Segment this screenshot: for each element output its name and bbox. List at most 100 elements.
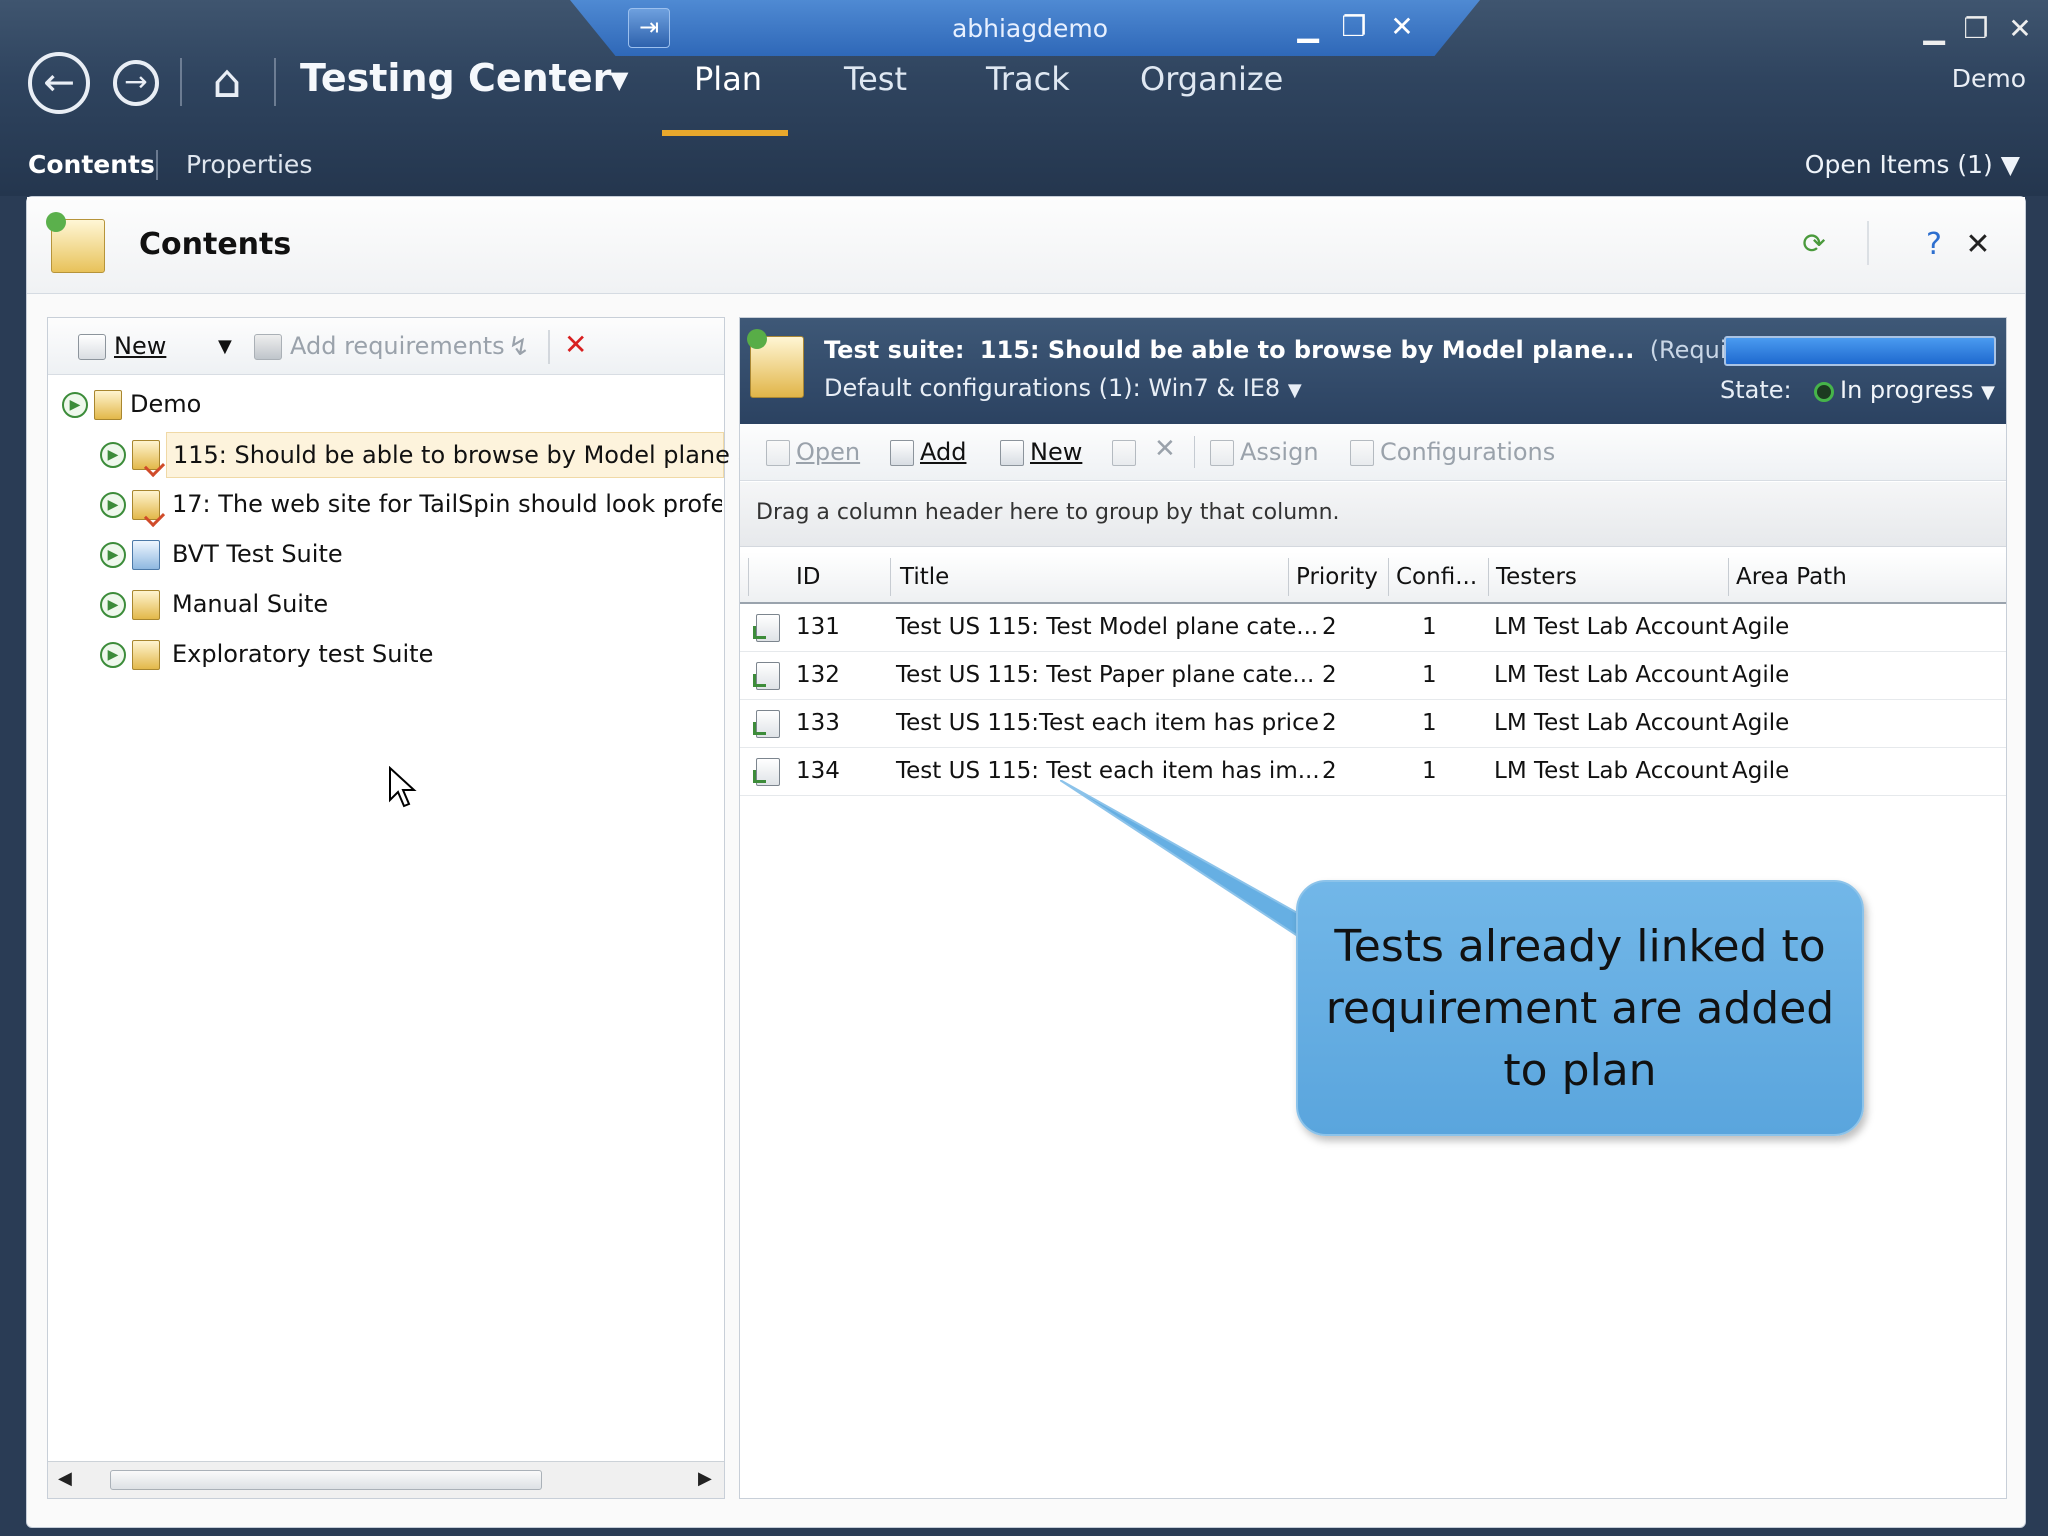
- cell-config: 1: [1422, 758, 1437, 784]
- restore-icon[interactable]: ❐: [1336, 10, 1372, 43]
- scroll-right-icon[interactable]: ▶: [698, 1468, 712, 1489]
- grid-header: ID Title Priority Confi... Testers Area …: [740, 552, 2006, 604]
- subnav-properties[interactable]: Properties: [186, 150, 312, 179]
- tree-item-bvt[interactable]: ▶ BVT Test Suite: [48, 532, 724, 578]
- horizontal-scrollbar[interactable]: ◀ ▶: [48, 1461, 724, 1498]
- minimize-icon[interactable]: ▁: [1290, 10, 1326, 43]
- remove-icon[interactable]: ✕: [1154, 434, 1176, 464]
- forward-arrow-icon[interactable]: →: [113, 60, 159, 106]
- table-row[interactable]: 133 Test US 115:Test each item has price…: [740, 700, 2006, 748]
- home-icon[interactable]: ⌂: [200, 54, 254, 108]
- contents-panel: Contents ⟳ ? ✕ New ▼ Add requirements ↯ …: [26, 196, 2026, 1528]
- group-by-area[interactable]: Drag a column header here to group by th…: [740, 482, 2006, 547]
- test-case-icon: [753, 614, 780, 642]
- mouse-cursor-icon: [389, 766, 417, 808]
- column-header-title[interactable]: Title: [900, 564, 949, 590]
- suite-progress-bar: [1724, 336, 1996, 366]
- tab-organize[interactable]: Organize: [1140, 60, 1283, 98]
- new-button[interactable]: New: [1000, 438, 1082, 466]
- new-suite-button[interactable]: New: [78, 332, 166, 360]
- add-requirements-label: Add requirements: [290, 332, 505, 360]
- tree-item-req-115[interactable]: ▶ 115: Should be able to browse by Model…: [48, 432, 783, 478]
- add-button[interactable]: Add: [890, 438, 966, 466]
- tree-item-req-17[interactable]: ▶ 17: The web site for TailSpin should l…: [48, 482, 724, 528]
- table-row[interactable]: 131 Test US 115: Test Model plane cate..…: [740, 604, 2006, 652]
- new-dropdown-icon[interactable]: ▼: [218, 336, 232, 357]
- back-arrow-icon[interactable]: ←: [28, 52, 90, 114]
- link-icon[interactable]: ↯: [508, 332, 530, 362]
- tree-item-demo[interactable]: ▶ Demo: [48, 382, 724, 428]
- delete-icon[interactable]: ✕: [564, 328, 587, 361]
- expand-icon[interactable]: ▶: [100, 592, 126, 618]
- assign-label: Assign: [1240, 438, 1319, 466]
- table-row[interactable]: 132 Test US 115: Test Paper plane cate..…: [740, 652, 2006, 700]
- window-title: abhiagdemo: [951, 14, 1109, 43]
- column-header-priority[interactable]: Priority: [1296, 564, 1378, 590]
- state-value: In progress: [1840, 376, 1974, 404]
- configurations-button[interactable]: Configurations: [1350, 438, 1555, 466]
- column-separator: [890, 558, 891, 596]
- open-icon: [766, 440, 790, 466]
- tree-item-exploratory[interactable]: ▶ Exploratory test Suite: [48, 632, 724, 678]
- tree-label-wrap: 115: Should be able to browse by Model p…: [166, 432, 783, 478]
- expand-icon[interactable]: ▶: [100, 542, 126, 568]
- scroll-thumb[interactable]: [110, 1470, 542, 1490]
- help-icon[interactable]: ?: [1917, 227, 1951, 262]
- tree-item-manual[interactable]: ▶ Manual Suite: [48, 582, 724, 628]
- open-label: Open: [796, 438, 861, 466]
- configurations-label: Default configurations (1): Win7 & IE8: [824, 374, 1281, 402]
- column-header-configurations[interactable]: Confi...: [1396, 564, 1477, 590]
- column-separator: [1488, 558, 1489, 596]
- default-configurations-dropdown[interactable]: Default configurations (1): Win7 & IE8 ▼: [824, 374, 1302, 402]
- expand-icon[interactable]: ▶: [100, 442, 126, 468]
- column-header-testers[interactable]: Testers: [1496, 564, 1577, 590]
- outer-restore-icon[interactable]: ❐: [1958, 12, 1994, 45]
- new-label: New: [114, 332, 167, 360]
- outer-close-icon[interactable]: ✕: [2002, 12, 2038, 45]
- requirements-icon: [254, 334, 282, 360]
- add-requirements-button[interactable]: Add requirements: [254, 332, 505, 360]
- tree-item-label: Demo: [130, 390, 202, 418]
- close-panel-icon[interactable]: ✕: [1961, 227, 1995, 262]
- expand-icon[interactable]: ▶: [100, 492, 126, 518]
- app-menu-dropdown-icon[interactable]: ▼: [610, 66, 628, 94]
- expand-icon[interactable]: ▶: [100, 642, 126, 668]
- tab-plan[interactable]: Plan: [694, 60, 762, 98]
- cell-config: 1: [1422, 710, 1437, 736]
- add-icon: [890, 440, 914, 466]
- callout-line: to plan: [1503, 1045, 1657, 1096]
- column-header-id[interactable]: ID: [796, 564, 821, 590]
- suite-folder-icon: [132, 590, 160, 620]
- app-title: Testing Center: [300, 56, 612, 100]
- scroll-left-icon[interactable]: ◀: [58, 1468, 72, 1489]
- cell-title: Test US 115: Test Paper plane cate...: [896, 662, 1315, 688]
- close-icon[interactable]: ✕: [1384, 10, 1420, 43]
- column-header-area-path[interactable]: Area Path: [1736, 564, 1847, 590]
- chevron-down-icon: ▼: [2000, 150, 2020, 179]
- test-case-icon: [753, 710, 780, 738]
- state-dropdown[interactable]: In progress ▼: [1840, 376, 1995, 404]
- pin-icon[interactable]: ⇥: [628, 8, 670, 48]
- tab-track[interactable]: Track: [986, 60, 1070, 98]
- open-button[interactable]: Open: [766, 438, 860, 466]
- cell-area-path: Agile: [1732, 710, 1790, 736]
- cell-config: 1: [1422, 614, 1437, 640]
- separator: [1194, 436, 1195, 468]
- tab-test[interactable]: Test: [844, 60, 907, 98]
- open-items-dropdown[interactable]: Open Items (1) ▼: [1805, 150, 2020, 179]
- grid-toolbar: Open Add New ✕ Assign Configurations: [740, 424, 2006, 481]
- assign-button[interactable]: Assign: [1210, 438, 1319, 466]
- copy-icon[interactable]: [1112, 438, 1142, 466]
- requirement-suite-icon: [132, 440, 160, 470]
- outer-minimize-icon[interactable]: ▁: [1916, 12, 1952, 45]
- separator: [1867, 221, 1869, 265]
- test-suite-icon: [747, 329, 804, 398]
- refresh-icon[interactable]: ⟳: [1799, 227, 1829, 260]
- chevron-down-icon: ▼: [1981, 382, 1996, 403]
- subnav-contents[interactable]: Contents: [28, 150, 155, 179]
- tree-label-wrap: Demo: [130, 382, 330, 426]
- new-label: New: [1030, 438, 1083, 466]
- active-tab-indicator: [662, 130, 788, 136]
- user-name[interactable]: Demo: [1952, 64, 2026, 93]
- expand-icon[interactable]: ▶: [62, 392, 88, 418]
